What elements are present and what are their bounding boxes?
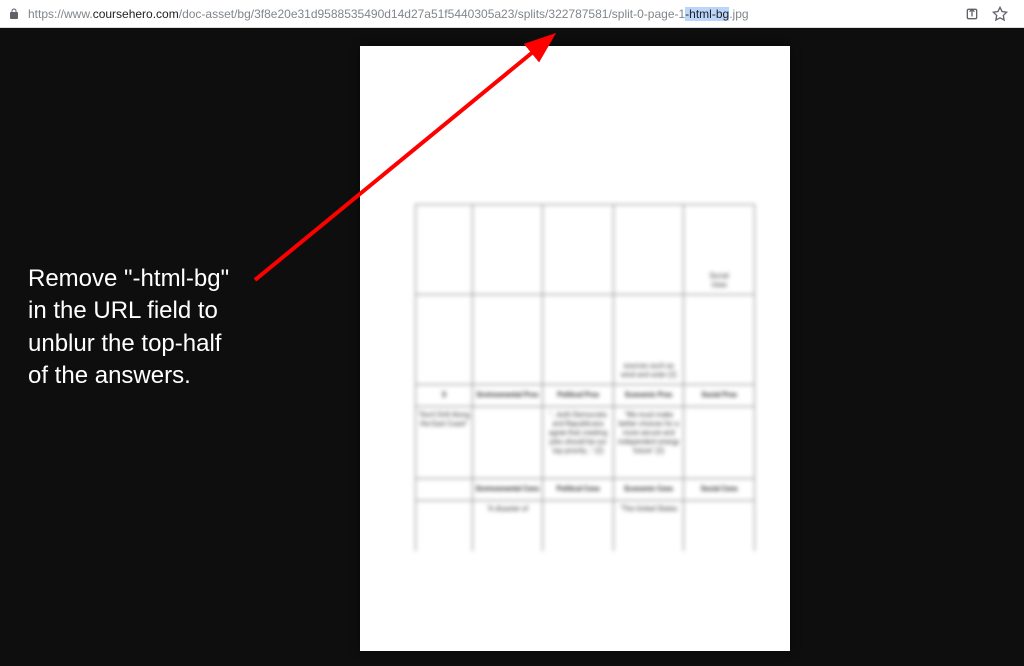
lock-icon [8,7,20,21]
share-icon[interactable] [964,6,980,22]
instruction-line: in the URL field to [28,297,218,324]
cell-header: Political Cons [543,479,614,501]
image-viewer-area: Social Uses sources such as wind and sol… [0,28,1024,666]
blurred-document-content: Social Uses sources such as wind and sol… [415,204,755,551]
cell-header: Economic Pros [613,385,684,407]
table-row: sources such as wind and solar (2) [416,295,755,385]
url-prefix: https://www. [28,7,93,21]
table-row: 3 Environmental Pros Political Pros Econ… [416,385,755,407]
url-path: /doc-asset/bg/3f8e20e31d9588535490d14d27… [179,7,685,21]
url-suffix: .jpg [729,7,748,21]
instruction-line: of the answers. [28,362,191,389]
cell-text: "...both Democrats and Republicans agree… [543,407,614,479]
cell-text: "The United States [613,501,684,551]
url-domain: coursehero.com [93,7,179,21]
instruction-annotation: Remove "-html-bg" in the URL field to un… [28,263,229,393]
instruction-line: Remove "-html-bg" [28,265,229,292]
table-row: Social Uses [416,205,755,295]
cell-text: Uses [711,281,726,289]
cell-text: "A disaster of [472,501,543,551]
cell-header: Environmental Pros [472,385,543,407]
url-highlighted-segment: -html-bg [685,7,729,21]
cell-text: sources such as wind and solar (2) [613,295,684,385]
table-row: "A disaster of "The United States [416,501,755,551]
browser-address-bar: https://www.coursehero.com/doc-asset/bg/… [0,0,1024,28]
cell-header: Economic Cons [613,479,684,501]
bookmark-star-icon[interactable] [992,6,1008,22]
table-row: Environmental Cons Political Cons Econom… [416,479,755,501]
table-row: "Don't Drill Along the East Coast" "...b… [416,407,755,479]
address-bar-actions [964,6,1016,22]
cell-text: Social [710,272,729,280]
cell-text: "Don't Drill Along the East Coast" [416,407,473,479]
cell-header: Environmental Cons [472,479,543,501]
document-table: Social Uses sources such as wind and sol… [415,204,755,551]
cell-header: Social Pros [684,385,755,407]
cell-header: Political Pros [543,385,614,407]
url-input[interactable]: https://www.coursehero.com/doc-asset/bg/… [28,7,956,21]
document-page: Social Uses sources such as wind and sol… [360,46,790,651]
instruction-line: unblur the top-half [28,330,221,357]
cell-text: "We must make better choices for a more … [613,407,684,479]
cell-header: Social Cons [684,479,755,501]
